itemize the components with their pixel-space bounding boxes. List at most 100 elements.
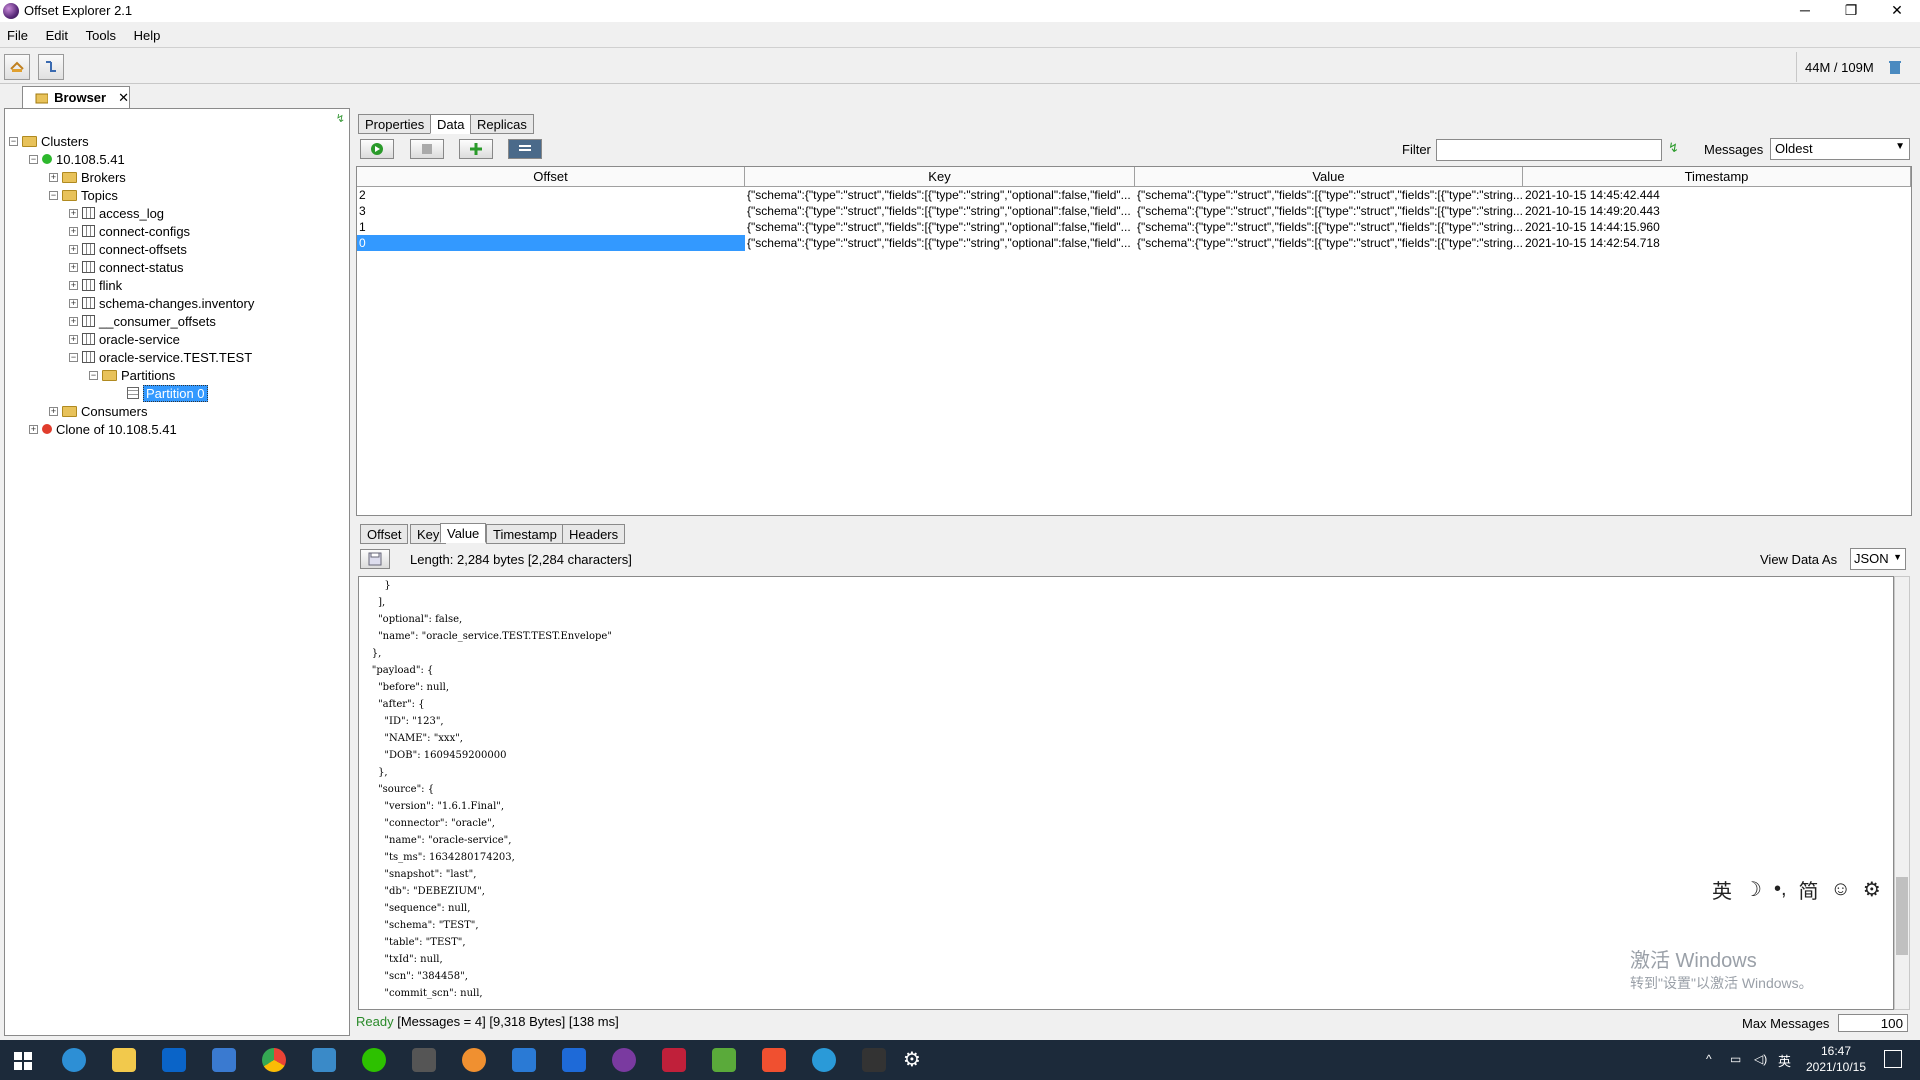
detail-tab-timestamp[interactable]: Timestamp [486,524,564,544]
menu-edit[interactable]: Edit [39,24,75,47]
ime-settings-icon[interactable]: ⚙ [1863,877,1881,902]
network-icon[interactable]: ▭ [1730,1052,1741,1066]
tree-brokers[interactable]: + Brokers [49,168,126,186]
clock[interactable]: 16:47 2021/10/15 [1796,1043,1876,1075]
detail-tab-headers[interactable]: Headers [562,524,626,544]
trash-icon[interactable] [1888,59,1902,75]
tray-chevron-icon[interactable]: ^ [1706,1052,1712,1066]
collapse-icon[interactable]: − [89,370,98,380]
tree-clusters[interactable]: − Clusters [9,132,89,150]
expand-icon[interactable]: + [69,298,78,308]
tree-partition-0[interactable]: Partition 0 [127,384,208,402]
ime-lang[interactable]: 英 [1712,875,1732,904]
terminal-icon[interactable] [212,1048,236,1072]
ime-punct-icon[interactable]: •, [1774,878,1787,901]
tree-cluster-1[interactable]: − 10.108.5.41 [29,150,125,168]
browser-tab-close[interactable]: ✕ [118,90,129,106]
menu-file[interactable]: File [0,24,35,47]
ime-moon-icon[interactable]: ☽ [1744,877,1762,902]
expand-icon[interactable]: + [29,424,38,434]
tab-properties[interactable]: Properties [358,114,432,134]
dingtalk-icon[interactable] [562,1048,586,1072]
menu-help[interactable]: Help [127,24,168,47]
expand-icon[interactable]: + [69,226,78,236]
intellij-icon[interactable] [662,1048,686,1072]
menu-tools[interactable]: Tools [79,24,123,47]
tree-topic[interactable]: + flink [69,276,122,294]
maximize-button[interactable]: ❐ [1828,0,1874,22]
tree-topic[interactable]: + oracle-service [69,330,180,348]
column-header-value[interactable]: Value [1135,167,1523,187]
columns-button[interactable] [508,139,542,159]
messages-select[interactable]: Oldest ▼ [1770,138,1910,160]
wechat-icon[interactable] [362,1048,386,1072]
expand-icon[interactable]: + [49,172,58,182]
column-header-offset[interactable]: Offset [357,167,745,187]
windows-start-icon[interactable] [14,1052,32,1070]
tree-topic[interactable]: + connect-offsets [69,240,187,258]
volume-icon[interactable]: ◁) [1754,1052,1767,1066]
browser-tab[interactable]: Browser ✕ [22,86,130,108]
tree-topic[interactable]: + connect-configs [69,222,190,240]
run-button[interactable] [360,139,394,159]
tree-partitions[interactable]: − Partitions [89,366,175,384]
expand-icon[interactable]: + [69,316,78,326]
remote-desktop-icon[interactable] [312,1048,336,1072]
max-messages-input[interactable] [1838,1014,1908,1032]
collapse-icon[interactable]: − [29,154,38,164]
git-icon[interactable] [762,1048,786,1072]
edge-icon[interactable] [62,1048,86,1072]
expand-icon[interactable]: + [49,406,58,416]
tree-topic[interactable]: + schema-changes.inventory [69,294,254,312]
filter-input[interactable] [1436,139,1662,161]
collapse-icon[interactable]: − [9,136,18,146]
view-as-select[interactable]: JSON ▼ [1850,548,1906,570]
table-row[interactable]: 1 {"schema":{"type":"struct","fields":[{… [357,219,1911,235]
add-message-button[interactable] [459,139,493,159]
paint-icon[interactable] [462,1048,486,1072]
minimize-button[interactable]: ─ [1782,0,1828,22]
notification-icon[interactable] [1884,1050,1902,1068]
expand-icon[interactable]: + [69,244,78,254]
collapse-icon[interactable]: − [49,190,58,200]
detail-tab-offset[interactable]: Offset [360,524,409,544]
table-row[interactable]: 3 {"schema":{"type":"struct","fields":[{… [357,203,1911,219]
table-row[interactable]: 2 {"schema":{"type":"struct","fields":[{… [357,187,1911,203]
app-icon[interactable] [862,1048,886,1072]
expand-icon[interactable]: + [69,262,78,272]
tree-refresh-icon[interactable]: ↯ [336,112,345,125]
outlook-icon[interactable] [162,1048,186,1072]
tree-consumers[interactable]: + Consumers [49,402,147,420]
tree-topics[interactable]: − Topics [49,186,118,204]
tree-topic[interactable]: + __consumer_offsets [69,312,216,330]
close-button[interactable]: ✕ [1874,0,1920,22]
docker-icon[interactable] [812,1048,836,1072]
expand-icon[interactable]: + [69,208,78,218]
notepad-icon[interactable] [712,1048,736,1072]
tree-topic[interactable]: − oracle-service.TEST.TEST [69,348,252,366]
file-explorer-icon[interactable] [112,1048,136,1072]
connect-button[interactable] [4,54,30,80]
tab-data[interactable]: Data [430,114,472,134]
apply-filter-icon[interactable]: ↯ [1668,140,1679,156]
vscode-icon[interactable] [512,1048,536,1072]
ime-simplified[interactable]: 简 [1799,875,1819,904]
window-app-icon[interactable] [412,1048,436,1072]
save-button[interactable] [360,549,390,569]
tree-cluster-clone[interactable]: + Clone of 10.108.5.41 [29,420,177,438]
column-header-key[interactable]: Key [745,167,1135,187]
refresh-button[interactable] [38,54,64,80]
tree-topic[interactable]: + connect-status [69,258,184,276]
settings-gear-icon[interactable]: ⚙ [900,1048,924,1072]
expand-icon[interactable]: + [69,334,78,344]
table-row-selected[interactable]: 0 {"schema":{"type":"struct","fields":[{… [357,235,1911,251]
detail-tab-value[interactable]: Value [440,523,487,543]
stop-button[interactable] [410,139,444,159]
collapse-icon[interactable]: − [69,352,78,362]
tab-replicas[interactable]: Replicas [470,114,534,134]
tray-lang[interactable]: 英 [1778,1051,1791,1070]
expand-icon[interactable]: + [69,280,78,290]
column-header-timestamp[interactable]: Timestamp [1523,167,1911,187]
tree-topic[interactable]: + access_log [69,204,164,222]
offset-explorer-icon[interactable] [612,1048,636,1072]
